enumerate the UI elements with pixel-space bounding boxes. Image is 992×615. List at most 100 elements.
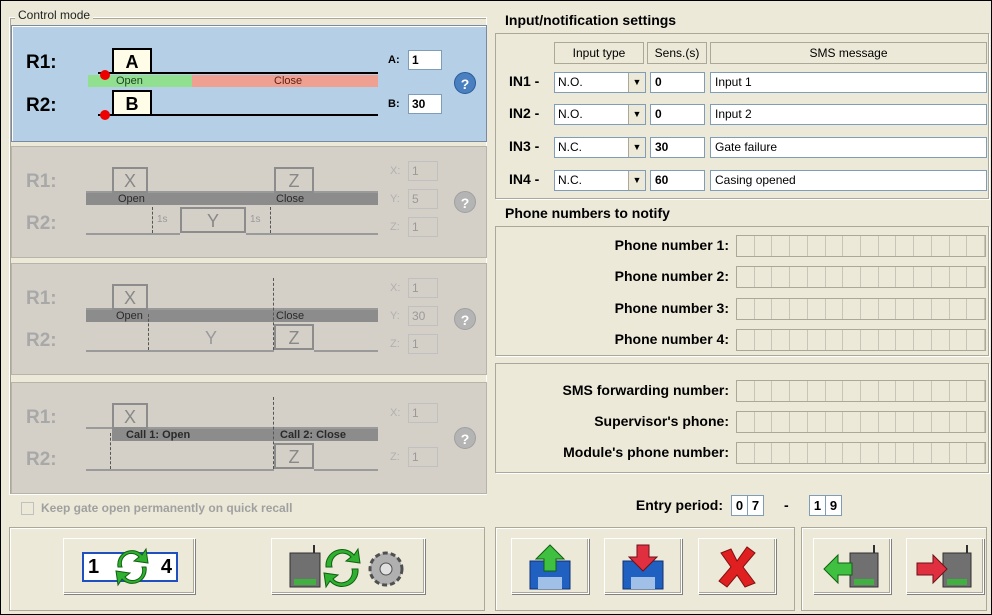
relay-box-x: X [112,167,148,193]
call-2-bar: Call 2: Close [274,429,378,441]
field-z-input[interactable]: 1 [408,334,438,354]
r2-label: R2: [26,95,57,116]
in3-type-select[interactable]: N.C. ▼ [554,137,646,158]
field-z-label: Z: [390,338,400,350]
dropdown-arrow-icon[interactable]: ▼ [628,138,645,157]
phone-4-input[interactable] [736,329,986,351]
r2-label: R2: [26,330,57,351]
in2-type-select[interactable]: N.O. ▼ [554,104,646,125]
entry-separator: - [784,497,789,513]
open-bar: Open [86,193,254,205]
entry-to-digit-1[interactable]: 1 [809,495,826,516]
field-y-input[interactable]: 30 [408,306,438,326]
control-mode-2[interactable]: R1: R2: X Z Open Close 1s Y 1s X: 1 Y: 5… [11,146,487,258]
field-y-label: Y: [390,310,400,322]
in1-type-select[interactable]: N.O. ▼ [554,72,646,93]
r1-label: R1: [26,52,57,73]
r1-label: R1: [26,171,57,192]
in1-label: IN1 - [509,73,540,89]
delay-label: 1s [157,214,168,225]
in2-sms-input[interactable]: Input 2 [710,104,987,125]
control-mode-4[interactable]: R1: R2: X Call 1: Open Call 2: Close Z X… [11,382,487,494]
field-x-label: X: [390,407,401,419]
dropdown-arrow-icon[interactable]: ▼ [628,171,645,190]
device-export-icon [916,545,972,588]
download-disk-icon [622,544,664,590]
field-x-input[interactable]: 1 [408,161,438,181]
dropdown-arrow-icon[interactable]: ▼ [628,73,645,92]
in2-label: IN2 - [509,105,540,121]
in3-label: IN3 - [509,138,540,154]
in4-sms-input[interactable]: Casing opened [710,170,987,191]
field-z-input[interactable]: 1 [408,217,438,237]
relay-box-x: X [112,284,148,310]
upload-disk-icon [529,544,571,590]
relay-box-z: Z [274,324,314,350]
field-x-label: X: [390,165,401,177]
field-y-input[interactable]: 5 [408,189,438,209]
in2-sens-input[interactable]: 0 [650,104,705,125]
control-mode-3[interactable]: R1: R2: X Open Close Y Z X: 1 Y: 30 Z: 1… [11,263,487,375]
phones-title: Phone numbers to notify [505,205,670,221]
close-bar: Close [254,193,378,205]
field-x-input[interactable]: 1 [408,403,438,423]
supervisor-label: Supervisor's phone: [594,413,729,429]
phone-1-input[interactable] [736,235,986,257]
relay-box-z: Z [274,167,314,193]
help-icon[interactable]: ? [454,72,476,94]
field-x-input[interactable]: 1 [408,278,438,298]
module-phone-input[interactable] [736,442,986,464]
cancel-x-icon [718,546,756,588]
field-z-input[interactable]: 1 [408,447,438,467]
delay-label: 1s [250,214,261,225]
help-icon[interactable]: ? [454,308,476,330]
device-import-button[interactable] [813,538,891,594]
sequence-button[interactable]: 1 4 [63,538,195,594]
entry-from-digit-2[interactable]: 7 [747,495,764,516]
in4-sens-input[interactable]: 60 [650,170,705,191]
field-b-input[interactable]: 30 [408,94,442,114]
header-sens: Sens.(s) [647,42,707,64]
sms-forwarding-input[interactable] [736,380,986,402]
phone-2-input[interactable] [736,266,986,288]
help-icon[interactable]: ? [454,191,476,213]
module-phone-label: Module's phone number: [563,444,729,460]
relay-box-z: Z [274,443,314,469]
sms-forwarding-label: SMS forwarding number: [562,382,729,398]
open-bar: Open [86,310,274,322]
phone-3-input[interactable] [736,298,986,320]
in1-sens-input[interactable]: 0 [650,72,705,93]
upload-config-button[interactable] [511,538,589,594]
download-config-button[interactable] [604,538,682,594]
close-bar: Close [274,310,378,322]
supervisor-input[interactable] [736,411,986,433]
cancel-button[interactable] [698,538,776,594]
relay-box-y: Y [180,207,246,233]
r2-label: R2: [26,213,57,234]
r1-label: R1: [26,288,57,309]
keep-open-label: Keep gate open permanently on quick reca… [41,501,293,515]
in3-sms-input[interactable]: Gate failure [710,137,987,158]
device-import-icon [823,545,879,588]
entry-from-digit-1[interactable]: 0 [731,495,748,516]
in4-label: IN4 - [509,171,540,187]
phone-2-label: Phone number 2: [614,268,729,284]
entry-period-label: Entry period: [635,497,723,513]
in3-sens-input[interactable]: 30 [650,137,705,158]
device-sync-button[interactable] [271,538,425,594]
main-window: Control mode R1: R2: A Open Close B A: 1… [0,0,992,615]
in4-type-select[interactable]: N.C. ▼ [554,170,646,191]
dropdown-arrow-icon[interactable]: ▼ [628,105,645,124]
header-sms-message: SMS message [710,42,987,64]
field-a-input[interactable]: 1 [408,50,442,70]
device-export-button[interactable] [906,538,984,594]
help-icon[interactable]: ? [454,427,476,449]
control-mode-1[interactable]: R1: R2: A Open Close B A: 1 B: 30 ? [11,25,487,142]
sequence-refresh-icon [115,547,149,587]
field-y-label: Y: [390,193,400,205]
relay-box-a: A [112,48,152,74]
entry-to-digit-2[interactable]: 9 [825,495,842,516]
in1-sms-input[interactable]: Input 1 [710,72,987,93]
keep-open-checkbox[interactable] [21,502,34,515]
field-b-label: B: [388,98,400,110]
